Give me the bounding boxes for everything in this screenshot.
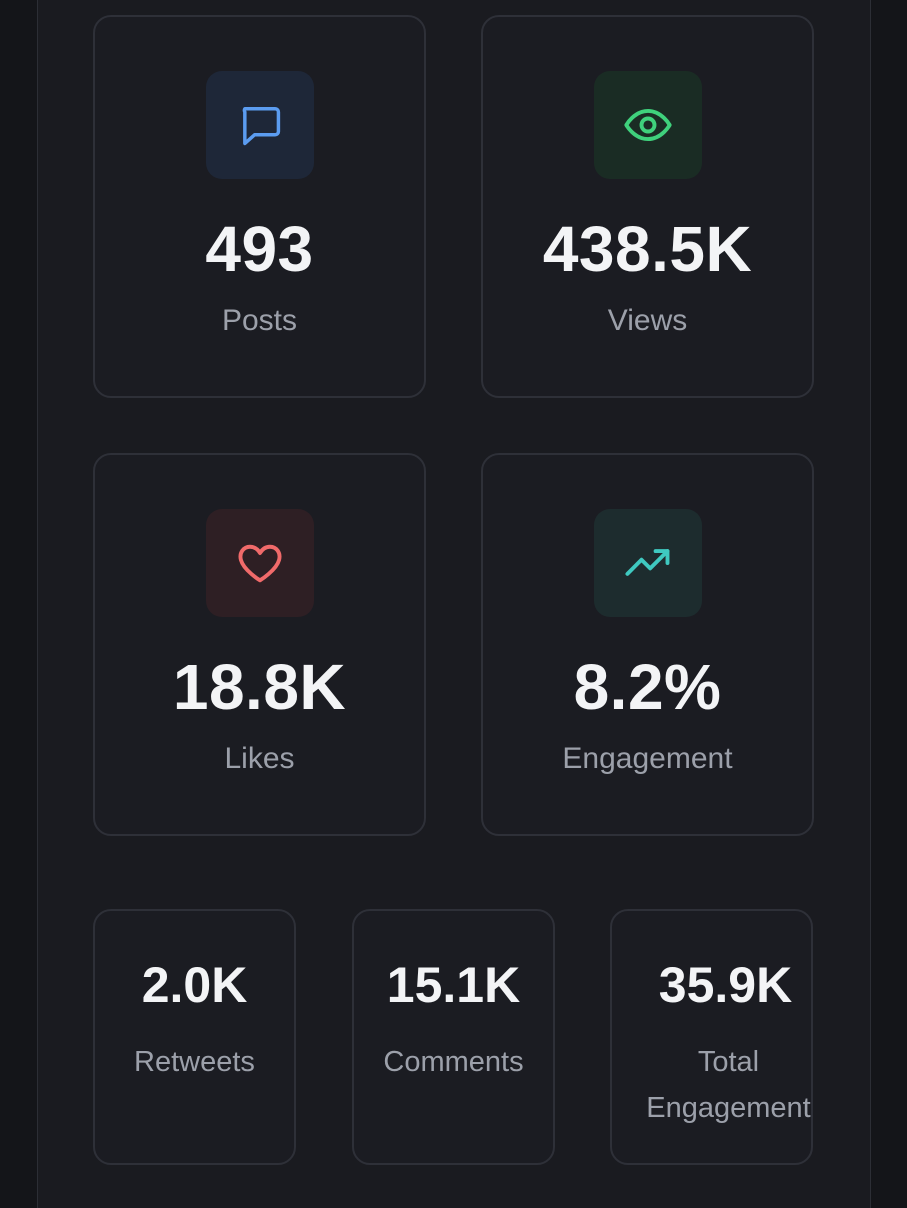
views-label: Views bbox=[607, 304, 688, 337]
stat-card-likes: 18.8K Likes bbox=[93, 453, 426, 836]
stat-card-comments: 15.1K Comments bbox=[352, 909, 555, 1165]
comments-label: Comments bbox=[383, 1046, 524, 1078]
eye-icon bbox=[624, 108, 672, 142]
engagement-label: Engagement bbox=[562, 742, 733, 775]
views-icon-tile bbox=[594, 71, 702, 179]
likes-value: 18.8K bbox=[172, 651, 347, 723]
total-engagement-label: Total Engagement bbox=[646, 1046, 811, 1124]
stat-card-retweets: 2.0K Retweets bbox=[93, 909, 296, 1165]
message-icon bbox=[242, 107, 281, 146]
engagement-value: 8.2% bbox=[573, 651, 722, 723]
posts-label: Posts bbox=[221, 304, 298, 337]
likes-icon-tile bbox=[206, 509, 314, 617]
heart-icon bbox=[238, 544, 282, 583]
engagement-icon-tile bbox=[594, 509, 702, 617]
stat-card-engagement: 8.2% Engagement bbox=[481, 453, 814, 836]
comments-value: 15.1K bbox=[386, 957, 521, 1013]
likes-label: Likes bbox=[224, 742, 295, 775]
stat-card-posts: 493 Posts bbox=[93, 15, 426, 398]
stat-card-total-engagement: 35.9K Total Engagement bbox=[610, 909, 813, 1165]
total-engagement-value: 35.9K bbox=[658, 957, 793, 1013]
views-value: 438.5K bbox=[542, 213, 753, 285]
retweets-label: Retweets bbox=[134, 1046, 255, 1078]
posts-icon-tile bbox=[206, 71, 314, 179]
posts-value: 493 bbox=[205, 213, 314, 285]
stat-card-views: 438.5K Views bbox=[481, 15, 814, 398]
trending-up-icon bbox=[625, 549, 670, 576]
retweets-value: 2.0K bbox=[141, 957, 248, 1013]
